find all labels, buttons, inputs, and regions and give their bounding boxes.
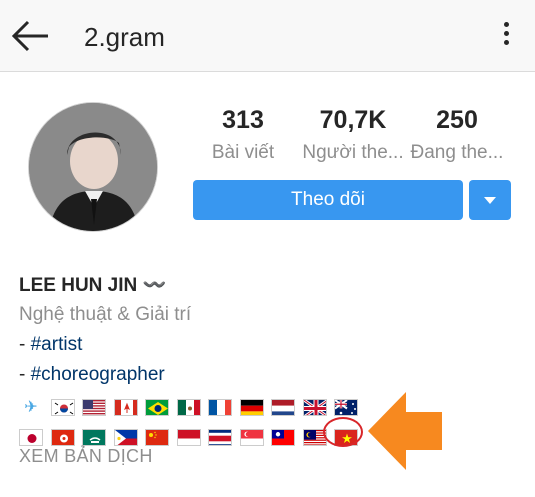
- hashtag-link-artist[interactable]: #artist: [31, 334, 83, 355]
- top-app-bar: 2.gram: [0, 0, 535, 72]
- netherlands-flag-icon: [271, 398, 295, 416]
- followers-label: Người the...: [302, 142, 404, 163]
- profile-name: LEE HUN JIN 〰️: [19, 275, 167, 296]
- costa-rica-flag-icon: [208, 428, 232, 446]
- followers-count: 70,7K: [319, 106, 387, 134]
- flag-row-1: ✈: [19, 392, 379, 422]
- profile-stats: 313 Bài viết 70,7K Người the... 250 Đang…: [186, 104, 516, 174]
- highlight-circle: [323, 417, 363, 447]
- brazil-flag-icon: [145, 398, 169, 416]
- avatar[interactable]: [28, 102, 158, 232]
- airplane-icon: ✈: [24, 398, 38, 416]
- germany-flag-icon: [239, 398, 264, 416]
- bio-line: - #artist: [19, 330, 519, 360]
- left-arrow-pointer-icon: [368, 392, 442, 470]
- flag-emoji-list: ✈: [19, 392, 379, 452]
- suggested-accounts-button[interactable]: [469, 180, 511, 220]
- singapore-flag-icon: [239, 428, 264, 446]
- bio-line: - #choreographer: [19, 360, 519, 390]
- more-options-icon[interactable]: [494, 18, 518, 54]
- posts-label: Bài viết: [211, 142, 275, 163]
- hashtag-link-choreographer[interactable]: #choreographer: [31, 364, 165, 385]
- hong-kong-flag-icon: [50, 428, 75, 446]
- mexico-flag-icon: [176, 398, 201, 416]
- bio-bullet: -: [19, 334, 31, 355]
- japan-flag-icon: [19, 428, 43, 446]
- back-arrow-icon[interactable]: [8, 16, 54, 56]
- see-translation-button[interactable]: XEM BẢN DỊCH: [19, 446, 153, 467]
- following-label: Đang the...: [410, 142, 504, 163]
- macau-flag-icon: [82, 428, 106, 446]
- canada-flag-icon: [113, 398, 138, 416]
- taiwan-flag-icon: [271, 428, 295, 446]
- profile-category: Nghệ thuật & Giải trí: [19, 304, 192, 325]
- profile-bio: LEE HUN JIN 〰️ Nghệ thuật & Giải trí - #…: [19, 272, 519, 390]
- united-states-flag-icon: [82, 398, 106, 416]
- bio-bullet: -: [19, 364, 31, 385]
- follow-button[interactable]: Theo dõi: [193, 180, 463, 220]
- philippines-flag-icon: [113, 428, 138, 446]
- following-stat[interactable]: 250 Đang the...: [402, 104, 512, 164]
- france-flag-icon: [208, 398, 232, 416]
- profile-username: 2.gram: [84, 22, 165, 52]
- chevron-down-icon: [484, 197, 496, 204]
- south-korea-flag-icon: [50, 398, 75, 416]
- posts-stat[interactable]: 313 Bài viết: [188, 104, 298, 164]
- followers-stat[interactable]: 70,7K Người the...: [298, 104, 408, 164]
- china-flag-icon: [145, 428, 169, 446]
- australia-flag-icon: [334, 398, 358, 416]
- indonesia-flag-icon: [176, 428, 201, 446]
- posts-count: 313: [222, 106, 264, 134]
- united-kingdom-flag-icon: [302, 398, 327, 416]
- following-count: 250: [436, 106, 478, 134]
